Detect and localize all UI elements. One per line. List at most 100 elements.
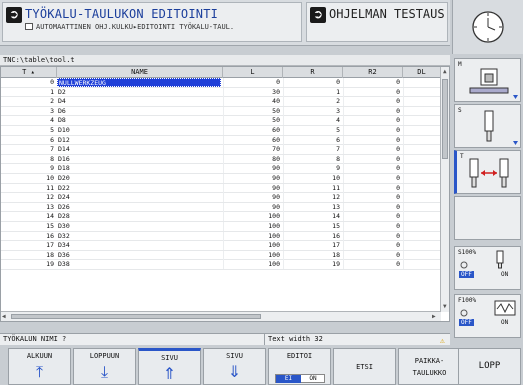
- table-row[interactable]: 2 D4 40 2 0: [1, 97, 441, 107]
- cell-name[interactable]: D8: [57, 116, 221, 125]
- cell-r[interactable]: 11: [283, 183, 343, 193]
- cell-dl[interactable]: [403, 193, 441, 203]
- cell-name[interactable]: D34: [57, 241, 221, 250]
- horizontal-scrollbar[interactable]: ◀ ▶: [1, 311, 441, 321]
- cell-r[interactable]: 8: [283, 154, 343, 164]
- cell-dl[interactable]: [403, 164, 441, 174]
- column-header-dl[interactable]: DL: [403, 67, 441, 78]
- m-function-key[interactable]: M: [454, 58, 521, 102]
- cell-t[interactable]: 4: [1, 116, 55, 125]
- cell-l[interactable]: 100: [223, 250, 283, 260]
- cell-dl[interactable]: [403, 106, 441, 116]
- exit-button[interactable]: LOPP: [458, 348, 521, 385]
- cell-r[interactable]: 17: [283, 241, 343, 251]
- cell-r2[interactable]: 0: [343, 87, 403, 97]
- cell-name[interactable]: D16: [57, 155, 221, 164]
- cell-name[interactable]: D18: [57, 164, 221, 173]
- cell-l[interactable]: 40: [223, 97, 283, 107]
- clock-panel[interactable]: [452, 0, 523, 54]
- cell-dl[interactable]: [403, 78, 441, 87]
- cell-r[interactable]: 1: [283, 87, 343, 97]
- cell-r[interactable]: 5: [283, 125, 343, 135]
- cell-dl[interactable]: [403, 231, 441, 241]
- cell-name[interactable]: D24: [57, 193, 221, 202]
- table-row[interactable]: 16 D32 100 16 0: [1, 231, 441, 242]
- table-row[interactable]: 6 D12 60 6 0: [1, 135, 441, 146]
- cell-name[interactable]: D14: [57, 145, 221, 154]
- cell-r2[interactable]: 0: [343, 193, 403, 203]
- cell-r2[interactable]: 0: [343, 212, 403, 222]
- cell-dl[interactable]: [403, 87, 441, 97]
- feed-override-key[interactable]: F100% OFF ON: [454, 294, 521, 338]
- cell-r[interactable]: 12: [283, 193, 343, 203]
- s-function-key[interactable]: S: [454, 104, 521, 148]
- cell-r[interactable]: 10: [283, 173, 343, 183]
- cell-name[interactable]: D30: [57, 222, 221, 231]
- cell-r2[interactable]: 0: [343, 145, 403, 155]
- cell-t[interactable]: 14: [1, 212, 55, 221]
- cell-name[interactable]: D22: [57, 184, 221, 193]
- cell-r2[interactable]: 0: [343, 125, 403, 135]
- cell-dl[interactable]: [403, 173, 441, 183]
- cell-r2[interactable]: 0: [343, 154, 403, 164]
- table-row[interactable]: 10 D20 90 10 0: [1, 173, 441, 184]
- cell-r2[interactable]: 0: [343, 116, 403, 126]
- cell-name[interactable]: D38: [57, 260, 221, 269]
- column-header-name[interactable]: NAME: [57, 67, 223, 78]
- cell-t[interactable]: 19: [1, 260, 55, 269]
- cell-r[interactable]: 3: [283, 106, 343, 116]
- table-row[interactable]: 7 D14 70 7 0: [1, 145, 441, 155]
- cell-r[interactable]: 14: [283, 212, 343, 222]
- table-row[interactable]: 15 D30 100 15 0: [1, 221, 441, 232]
- mode-panel-editing[interactable]: ➲ TYÖKALU-TAULUKON EDITOINTI AUTOMAATTIN…: [2, 2, 302, 42]
- cell-name[interactable]: D26: [57, 203, 221, 212]
- cell-dl[interactable]: [403, 260, 441, 270]
- cell-dl[interactable]: [403, 241, 441, 251]
- cell-r[interactable]: 15: [283, 221, 343, 231]
- cell-t[interactable]: 3: [1, 107, 55, 116]
- cell-r[interactable]: 0: [283, 78, 343, 87]
- table-row[interactable]: 18 D36 100 18 0: [1, 250, 441, 261]
- cell-r[interactable]: 16: [283, 231, 343, 241]
- cell-l[interactable]: 70: [223, 145, 283, 155]
- cell-r2[interactable]: 0: [343, 106, 403, 116]
- cell-dl[interactable]: [403, 135, 441, 145]
- cell-t[interactable]: 16: [1, 232, 55, 241]
- cell-r2[interactable]: 0: [343, 183, 403, 193]
- cell-dl[interactable]: [403, 116, 441, 126]
- cell-name[interactable]: D20: [57, 174, 221, 183]
- cell-r2[interactable]: 0: [343, 78, 403, 87]
- cell-l[interactable]: 100: [223, 241, 283, 251]
- column-header-l[interactable]: L: [223, 67, 283, 78]
- cell-t[interactable]: 1: [1, 88, 55, 97]
- cell-dl[interactable]: [403, 183, 441, 193]
- cell-t[interactable]: 5: [1, 126, 55, 135]
- table-row[interactable]: 3 D6 50 3 0: [1, 106, 441, 117]
- table-row[interactable]: 11 D22 90 11 0: [1, 183, 441, 194]
- cell-dl[interactable]: [403, 125, 441, 135]
- cell-r2[interactable]: 0: [343, 97, 403, 107]
- cell-l[interactable]: 100: [223, 212, 283, 222]
- cell-t[interactable]: 13: [1, 203, 55, 212]
- cell-name[interactable]: D28: [57, 212, 221, 221]
- cell-name[interactable]: D6: [57, 107, 221, 116]
- cell-t[interactable]: 12: [1, 193, 55, 202]
- cell-r2[interactable]: 0: [343, 202, 403, 212]
- cell-l[interactable]: 90: [223, 164, 283, 174]
- cell-dl[interactable]: [403, 250, 441, 260]
- begin-button[interactable]: ALKUUN ⤒: [8, 348, 71, 385]
- cell-r2[interactable]: 0: [343, 164, 403, 174]
- cell-r2[interactable]: 0: [343, 135, 403, 145]
- cell-t[interactable]: 0: [1, 78, 55, 87]
- cell-r[interactable]: 6: [283, 135, 343, 145]
- cell-r2[interactable]: 0: [343, 241, 403, 251]
- cell-t[interactable]: 17: [1, 241, 55, 250]
- cell-t[interactable]: 8: [1, 155, 55, 164]
- cell-name[interactable]: D10: [57, 126, 221, 135]
- table-row[interactable]: 14 D28 100 14 0: [1, 212, 441, 222]
- cell-t[interactable]: 2: [1, 97, 55, 106]
- cell-name[interactable]: NULLWERKZEUG: [57, 78, 221, 87]
- t-function-key[interactable]: T: [454, 150, 521, 194]
- vertical-scroll-thumb[interactable]: [442, 79, 448, 159]
- table-row[interactable]: 17 D34 100 17 0: [1, 241, 441, 251]
